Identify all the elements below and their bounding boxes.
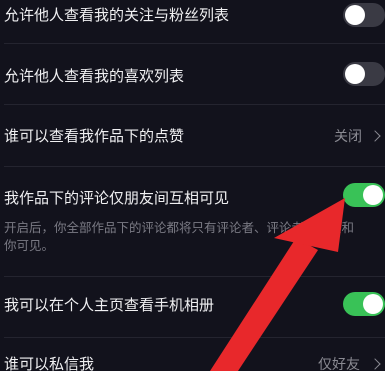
- likes-list-toggle[interactable]: [343, 62, 385, 86]
- setting-value: 关闭: [334, 129, 362, 145]
- setting-row-phone-album[interactable]: 我可以在个人主页查看手机相册: [0, 277, 385, 337]
- setting-description: 开启后，你全部作品下的评论都将只有评论者、评论者的朋友和 你可见。: [4, 219, 384, 255]
- phone-album-toggle[interactable]: [343, 292, 385, 316]
- comments-friends-only-toggle[interactable]: [343, 183, 385, 207]
- setting-row-follow-fans-list[interactable]: 允许他人查看我的关注与粉丝列表: [0, 0, 385, 34]
- toggle-knob: [345, 64, 365, 84]
- toggle-knob: [363, 185, 383, 205]
- description-line: 你可见。: [4, 238, 55, 253]
- setting-label: 允许他人查看我的喜欢列表: [4, 67, 185, 85]
- description-line: 开启后，你全部作品下的评论都将只有评论者、评论者的朋友和: [4, 220, 355, 235]
- chevron-right-icon: [369, 130, 381, 142]
- setting-row-work-likes-visibility[interactable]: 谁可以查看我作品下的点赞 关闭: [0, 105, 385, 165]
- toggle-knob: [363, 294, 383, 314]
- privacy-settings-screen: 允许他人查看我的关注与粉丝列表 允许他人查看我的喜欢列表 谁可以查看我作品下的点…: [0, 0, 385, 371]
- toggle-knob: [345, 5, 365, 25]
- setting-label: 允许他人查看我的关注与粉丝列表: [4, 6, 230, 24]
- setting-label: 谁可以私信我: [4, 355, 95, 371]
- chevron-right-icon: [369, 358, 381, 370]
- setting-row-likes-list[interactable]: 允许他人查看我的喜欢列表: [0, 44, 385, 104]
- setting-row-who-can-message[interactable]: 谁可以私信我 仅好友: [0, 338, 385, 371]
- setting-value: 仅好友: [318, 357, 360, 371]
- setting-label: 我可以在个人主页查看手机相册: [4, 296, 215, 314]
- setting-label: 我作品下的评论仅朋友间互相可见: [4, 189, 230, 207]
- setting-row-comments-friends-only[interactable]: 我作品下的评论仅朋友间互相可见 开启后，你全部作品下的评论都将只有评论者、评论者…: [0, 167, 385, 277]
- setting-label: 谁可以查看我作品下的点赞: [4, 127, 185, 145]
- follow-fans-list-toggle[interactable]: [343, 3, 385, 27]
